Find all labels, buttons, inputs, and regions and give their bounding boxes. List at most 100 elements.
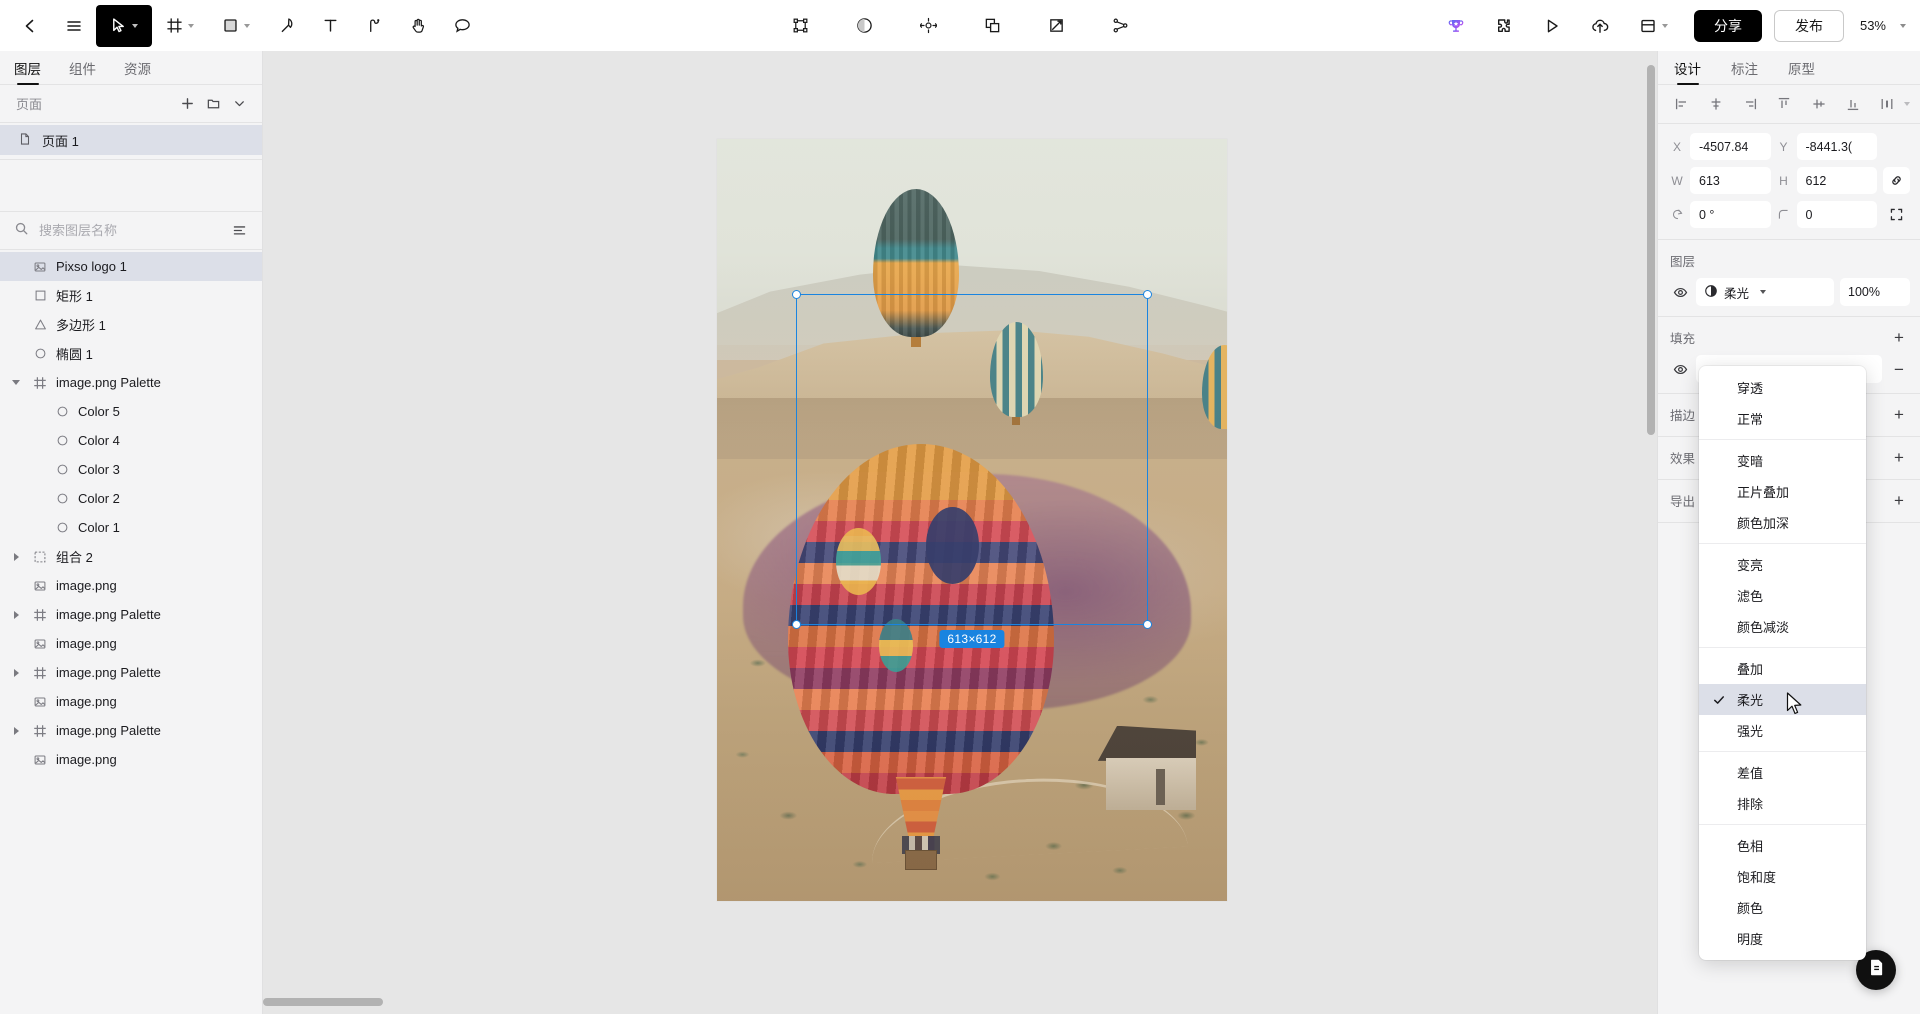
height-input[interactable]: 612 xyxy=(1796,167,1877,194)
distribute-icon[interactable] xyxy=(1875,92,1899,116)
resize-handle-bottom-right[interactable] xyxy=(1143,620,1152,629)
layer-row[interactable]: image.png xyxy=(0,687,262,716)
remove-fill-button[interactable]: − xyxy=(1888,358,1910,380)
blend-mode-option[interactable]: 穿透 xyxy=(1699,372,1866,403)
zoom-caret-icon[interactable] xyxy=(1900,23,1906,28)
hand-tool-button[interactable] xyxy=(396,5,440,47)
frame-tool-button[interactable] xyxy=(152,5,208,47)
chevron-down-icon[interactable] xyxy=(8,380,24,385)
frame-tool-caret-icon[interactable] xyxy=(188,23,194,28)
selection-bounding-box[interactable]: 613×612 xyxy=(792,290,1152,648)
move-tool-caret-icon[interactable] xyxy=(132,23,138,28)
filter-icon[interactable] xyxy=(226,218,252,244)
blend-mode-option[interactable]: 颜色 xyxy=(1699,892,1866,923)
page-item[interactable]: 页面 1 xyxy=(0,125,262,155)
independent-corners-button[interactable] xyxy=(1883,201,1910,228)
layer-row[interactable]: 椭圆 1 xyxy=(0,339,262,368)
layer-row[interactable]: Color 2 xyxy=(0,484,262,513)
blend-mode-option[interactable]: 正片叠加 xyxy=(1699,476,1866,507)
layer-row[interactable]: Pixso logo 1 xyxy=(0,252,262,281)
boolean-tool-button[interactable] xyxy=(970,5,1014,47)
edit-points-tool-button[interactable] xyxy=(778,5,822,47)
preview-button[interactable] xyxy=(1530,5,1574,47)
publish-button[interactable]: 发布 xyxy=(1773,9,1844,42)
blend-mode-option[interactable]: 差值 xyxy=(1699,757,1866,788)
add-fill-button[interactable]: + xyxy=(1888,326,1910,348)
main-menu-button[interactable] xyxy=(52,5,96,47)
add-stroke-button[interactable]: + xyxy=(1888,403,1910,425)
constrain-proportions-button[interactable] xyxy=(1883,167,1910,194)
rewards-button[interactable] xyxy=(1434,5,1478,47)
blend-mode-option[interactable]: 正常 xyxy=(1699,403,1866,434)
layer-list[interactable]: Pixso logo 1 矩形 1 多边形 1 椭圆 1 image.png Palet… xyxy=(0,250,262,1014)
layer-row[interactable]: Color 1 xyxy=(0,513,262,542)
layer-visibility-eye-icon[interactable] xyxy=(1670,285,1690,300)
layer-row[interactable]: image.png xyxy=(0,571,262,600)
canvas-vertical-scrollbar[interactable] xyxy=(1647,65,1655,435)
blend-mode-option[interactable]: 强光 xyxy=(1699,715,1866,746)
blend-mode-option[interactable]: 变暗 xyxy=(1699,445,1866,476)
add-effect-button[interactable]: + xyxy=(1888,446,1910,468)
tab-design[interactable]: 设计 xyxy=(1674,58,1701,84)
collapse-pages-button[interactable] xyxy=(226,91,252,117)
layer-row[interactable]: image.png Palette xyxy=(0,658,262,687)
layer-row[interactable]: image.png xyxy=(0,629,262,658)
tab-prototype[interactable]: 原型 xyxy=(1788,58,1815,84)
add-export-button[interactable]: + xyxy=(1888,489,1910,511)
tab-layers[interactable]: 图层 xyxy=(14,58,41,84)
layer-row[interactable]: Color 4 xyxy=(0,426,262,455)
upload-button[interactable] xyxy=(1578,5,1622,47)
pen-tool-button[interactable] xyxy=(264,5,308,47)
component-tool-button[interactable] xyxy=(1098,5,1142,47)
blend-mode-option[interactable]: 变亮 xyxy=(1699,549,1866,580)
path-tool-button[interactable] xyxy=(352,5,396,47)
opacity-input[interactable]: 100% xyxy=(1840,278,1910,306)
blend-mode-option[interactable]: 排除 xyxy=(1699,788,1866,819)
layer-row[interactable]: Color 3 xyxy=(0,455,262,484)
corner-radius-input[interactable]: 0 xyxy=(1796,201,1877,228)
blend-mode-option[interactable]: 色相 xyxy=(1699,830,1866,861)
layer-row[interactable]: image.png Palette xyxy=(0,368,262,397)
align-right-icon[interactable] xyxy=(1738,92,1762,116)
back-button[interactable] xyxy=(8,5,52,47)
blend-mode-option[interactable]: 颜色加深 xyxy=(1699,507,1866,538)
tab-annotate[interactable]: 标注 xyxy=(1731,58,1758,84)
blend-mode-option[interactable]: 滤色 xyxy=(1699,580,1866,611)
blend-mode-option[interactable]: 叠加 xyxy=(1699,653,1866,684)
canvas-horizontal-scrollbar[interactable] xyxy=(263,998,383,1006)
layer-row[interactable]: image.png xyxy=(0,745,262,774)
resize-handle-bottom-left[interactable] xyxy=(792,620,801,629)
align-bottom-icon[interactable] xyxy=(1841,92,1865,116)
tab-components[interactable]: 组件 xyxy=(69,58,96,84)
layer-row[interactable]: image.png Palette xyxy=(0,716,262,745)
chevron-right-icon[interactable] xyxy=(8,726,24,735)
blend-mode-select[interactable]: 柔光 xyxy=(1696,278,1834,306)
chevron-right-icon[interactable] xyxy=(8,610,24,619)
layer-row[interactable]: Color 5 xyxy=(0,397,262,426)
fill-visibility-eye-icon[interactable] xyxy=(1670,362,1690,377)
new-folder-button[interactable] xyxy=(200,91,226,117)
layer-row[interactable]: 组合 2 xyxy=(0,542,262,571)
blend-mode-option[interactable]: 明度 xyxy=(1699,923,1866,954)
blend-mode-option[interactable]: 颜色减淡 xyxy=(1699,611,1866,642)
rotation-input[interactable]: 0 ° xyxy=(1690,201,1771,228)
text-tool-button[interactable] xyxy=(308,5,352,47)
zoom-level-label[interactable]: 53% xyxy=(1860,18,1886,33)
align-left-icon[interactable] xyxy=(1670,92,1694,116)
crop-tool-button[interactable] xyxy=(1034,5,1078,47)
y-input[interactable]: -8441.3( xyxy=(1796,133,1877,160)
blend-mode-option[interactable]: 饱和度 xyxy=(1699,861,1866,892)
blend-mode-option[interactable]: 柔光 xyxy=(1699,684,1866,715)
distribute-caret-icon[interactable] xyxy=(1903,102,1910,106)
align-center-horizontal-icon[interactable] xyxy=(1704,92,1728,116)
blend-mode-caret-icon[interactable] xyxy=(1760,290,1767,294)
layer-row[interactable]: 多边形 1 xyxy=(0,310,262,339)
share-button[interactable]: 分享 xyxy=(1693,9,1762,42)
tab-resources[interactable]: 资源 xyxy=(124,58,151,84)
layout-caret-icon[interactable] xyxy=(1662,23,1669,28)
comment-tool-button[interactable] xyxy=(440,5,484,47)
width-input[interactable]: 613 xyxy=(1690,167,1771,194)
plugins-button[interactable] xyxy=(1482,5,1526,47)
resize-handle-top-left[interactable] xyxy=(792,290,801,299)
layer-row[interactable]: image.png Palette xyxy=(0,600,262,629)
